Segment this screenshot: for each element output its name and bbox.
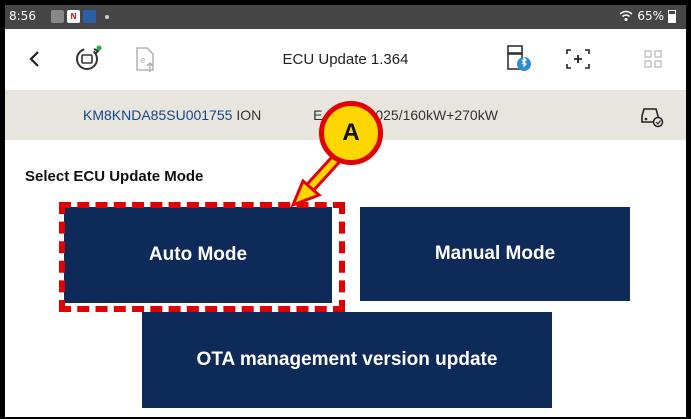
vin-number: KM8KNDA85SU001755: [83, 107, 233, 123]
image-icon: [51, 10, 64, 23]
callout-label: A: [319, 101, 383, 165]
section-label: Select ECU Update Mode: [25, 168, 204, 185]
calendar-icon: N: [67, 10, 80, 23]
vehicle-info: KM8KNDA85SU001755 ION E EV N)/2025/160kW…: [83, 107, 498, 123]
notification-icons: N: [51, 10, 109, 23]
car-check-icon: [641, 108, 664, 128]
grid-icon: [644, 50, 662, 68]
vci-bluetooth-button[interactable]: [503, 43, 535, 75]
capture-button[interactable]: [562, 43, 594, 75]
screen: 8:56 N 65% e ECU Update 1.364 KM8KNDA85S…: [5, 5, 686, 417]
battery-percent: 65%: [637, 9, 664, 23]
more-notifications-icon: [105, 14, 109, 19]
status-bar: 8:56 N 65%: [5, 5, 686, 29]
device-frame: 8:56 N 65% e ECU Update 1.364 KM8KNDA85S…: [0, 0, 691, 419]
manual-mode-button[interactable]: Manual Mode: [360, 207, 630, 301]
app-icon: [83, 10, 96, 23]
grid-menu-button[interactable]: [637, 43, 669, 75]
status-time: 8:56: [9, 9, 36, 23]
status-right: 65%: [619, 9, 676, 23]
ota-update-button[interactable]: OTA management version update: [142, 312, 552, 408]
wifi-icon: [619, 10, 633, 21]
capture-plus-icon: [566, 49, 590, 69]
highlight-box: [59, 202, 345, 312]
app-header: e ECU Update 1.364: [5, 29, 686, 90]
vehicle-model: ION: [236, 107, 262, 123]
battery-icon: [668, 9, 676, 23]
vehicle-diagnosis-button[interactable]: [635, 99, 667, 131]
vci-bluetooth-icon: [507, 45, 531, 71]
